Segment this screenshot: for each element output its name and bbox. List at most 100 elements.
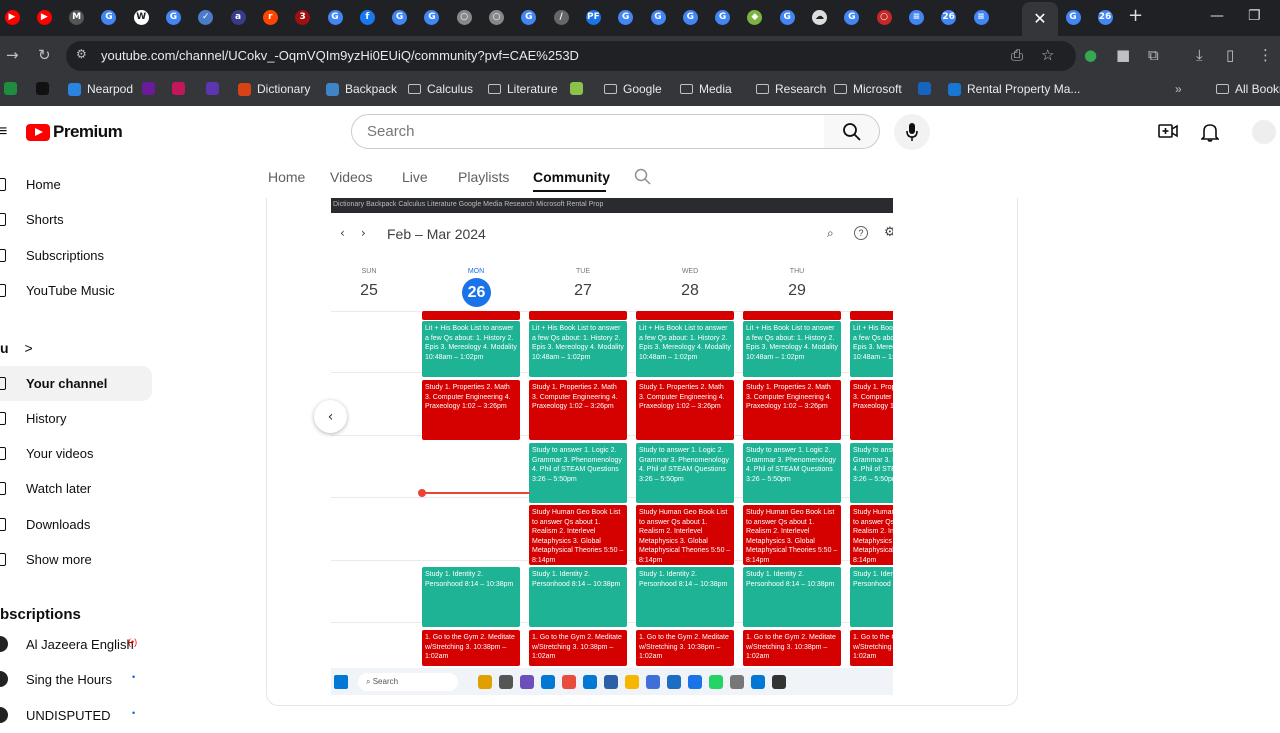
- sidebar-item-your-videos[interactable]: Your videos: [0, 436, 152, 471]
- browser-tab[interactable]: G: [615, 6, 637, 28]
- browser-tab[interactable]: M: [66, 6, 88, 28]
- browser-tab[interactable]: ≡: [905, 6, 927, 28]
- grammarly-extension-icon[interactable]: ●: [1084, 46, 1097, 64]
- download-icon[interactable]: ⤓: [1196, 46, 1203, 64]
- sidebar-item-subscriptions[interactable]: Subscriptions: [0, 238, 152, 273]
- bookmark-nearpod[interactable]: Nearpod: [68, 82, 133, 96]
- bookmark-literature[interactable]: Literature: [488, 82, 558, 96]
- carousel-prev-button[interactable]: ‹: [314, 400, 347, 433]
- browser-tab[interactable]: ☁: [809, 6, 831, 28]
- minimize-icon[interactable]: —: [1210, 8, 1224, 24]
- sidebar-item-history[interactable]: History: [0, 401, 152, 436]
- bookmark-research[interactable]: Research: [756, 82, 826, 96]
- new-tab-button[interactable]: +: [1128, 5, 1143, 26]
- sidebar-item-watch-later[interactable]: Watch later: [0, 471, 152, 506]
- bookmark-microsoft[interactable]: Microsoft: [834, 82, 902, 96]
- browser-tab[interactable]: ○: [873, 6, 895, 28]
- browser-tab[interactable]: ✓: [195, 6, 217, 28]
- subscriptions-icon: [0, 249, 6, 262]
- restore-icon[interactable]: ❐: [1248, 8, 1261, 24]
- bookmark-icon-5[interactable]: [206, 82, 219, 95]
- bookmark-icon-4[interactable]: [172, 82, 185, 95]
- browser-tab[interactable]: ▶: [33, 6, 55, 28]
- omnibox[interactable]: ⚙ youtube.com/channel/UCokv_-OqmVQIm9yzH…: [66, 41, 1076, 71]
- voice-search-button[interactable]: [894, 114, 930, 150]
- browser-tab[interactable]: PF: [582, 6, 604, 28]
- install-app-icon[interactable]: ⎙: [1011, 46, 1023, 64]
- browser-tab[interactable]: G: [518, 6, 540, 28]
- tab-live[interactable]: Live: [402, 169, 428, 185]
- extensions-puzzle-icon[interactable]: ⧉: [1148, 46, 1159, 64]
- browser-tab[interactable]: ≡: [970, 6, 992, 28]
- bookmark-icon-3[interactable]: [142, 82, 155, 95]
- browser-tab[interactable]: ▶: [1, 6, 23, 28]
- avatar[interactable]: [1252, 120, 1276, 144]
- bookmark-icon-0[interactable]: [4, 82, 17, 95]
- browser-tab[interactable]: 26: [1094, 6, 1116, 28]
- browser-tab[interactable]: f: [356, 6, 378, 28]
- browser-tab[interactable]: ○: [453, 6, 475, 28]
- browser-tab[interactable]: G: [679, 6, 701, 28]
- tab-videos[interactable]: Videos: [330, 169, 373, 185]
- you-section-header[interactable]: u >: [0, 340, 33, 356]
- browser-tab[interactable]: 3: [292, 6, 314, 28]
- side-panel-icon[interactable]: ▯: [1226, 46, 1234, 64]
- bookmark-calculus[interactable]: Calculus: [408, 82, 473, 96]
- browser-tab[interactable]: /: [550, 6, 572, 28]
- browser-tab[interactable]: G: [163, 6, 185, 28]
- tab-home[interactable]: Home: [268, 169, 305, 185]
- browser-tab[interactable]: G: [712, 6, 734, 28]
- forward-icon[interactable]: →: [6, 46, 19, 64]
- extension-icon-gray[interactable]: ■: [1116, 46, 1130, 64]
- subscription-channel[interactable]: Sing the Hours•: [0, 662, 152, 697]
- bookmark-dictionary[interactable]: Dictionary: [238, 82, 310, 96]
- subscription-channel[interactable]: Al Jazeera English(•): [0, 627, 152, 662]
- sidebar-item-home[interactable]: Home: [0, 167, 152, 202]
- bookmark-icon-10[interactable]: [570, 82, 583, 95]
- sidebar-item-youtube-music[interactable]: YouTube Music: [0, 273, 152, 308]
- bookmark-icon-1[interactable]: [36, 82, 49, 95]
- sidebar-item-shorts[interactable]: Shorts: [0, 202, 152, 237]
- browser-tab[interactable]: G: [324, 6, 346, 28]
- search-button[interactable]: [824, 114, 880, 149]
- sidebar-item-show-more[interactable]: Show more: [0, 542, 152, 577]
- site-info-icon[interactable]: ⚙: [76, 47, 87, 61]
- bookmark-rental-property-ma[interactable]: Rental Property Ma...: [948, 82, 1080, 96]
- reload-icon[interactable]: ↻: [38, 46, 51, 64]
- browser-tab[interactable]: r: [259, 6, 281, 28]
- sidebar-item-your-channel[interactable]: Your channel: [0, 366, 152, 401]
- tab-community[interactable]: Community: [533, 169, 610, 185]
- bookmarks-overflow-button[interactable]: »: [1175, 82, 1182, 96]
- bookmark-media[interactable]: Media: [680, 82, 732, 96]
- browser-tab[interactable]: G: [1062, 6, 1084, 28]
- browser-tab[interactable]: G: [647, 6, 669, 28]
- bookmark-icon-15[interactable]: [918, 82, 931, 95]
- browser-tab[interactable]: ○: [486, 6, 508, 28]
- bookmark-google[interactable]: Google: [604, 82, 662, 96]
- youtube-logo[interactable]: Premium: [26, 122, 122, 142]
- browser-tab[interactable]: G: [841, 6, 863, 28]
- tab-playlists[interactable]: Playlists: [458, 169, 509, 185]
- all-bookmarks-folder[interactable]: All Bookn: [1216, 82, 1280, 96]
- create-video-button[interactable]: [1158, 123, 1178, 144]
- guide-menu-icon[interactable]: ≡: [0, 123, 7, 141]
- browser-tab[interactable]: a: [227, 6, 249, 28]
- subscription-channel[interactable]: UNDISPUTED•: [0, 698, 152, 733]
- active-tab-close-button[interactable]: ✕: [1022, 2, 1058, 36]
- browser-tab[interactable]: W: [130, 6, 152, 28]
- menu-dots-icon[interactable]: ⋮: [1258, 46, 1273, 64]
- channel-search-button[interactable]: [634, 168, 652, 191]
- url-text[interactable]: youtube.com/channel/UCokv_-OqmVQIm9yzHi0…: [101, 48, 579, 63]
- sidebar-item-downloads[interactable]: Downloads: [0, 507, 152, 542]
- notifications-button[interactable]: [1201, 122, 1219, 147]
- browser-tab[interactable]: G: [98, 6, 120, 28]
- taskbar-app-icon: [730, 675, 744, 689]
- browser-tab[interactable]: G: [389, 6, 411, 28]
- browser-tab[interactable]: G: [421, 6, 443, 28]
- browser-tab[interactable]: G: [776, 6, 798, 28]
- search-input[interactable]: [367, 123, 807, 140]
- browser-tab[interactable]: ◆: [744, 6, 766, 28]
- browser-tab[interactable]: 26: [938, 6, 960, 28]
- bookmark-backpack[interactable]: Backpack: [326, 82, 397, 96]
- bookmark-star-icon[interactable]: ☆: [1041, 46, 1054, 64]
